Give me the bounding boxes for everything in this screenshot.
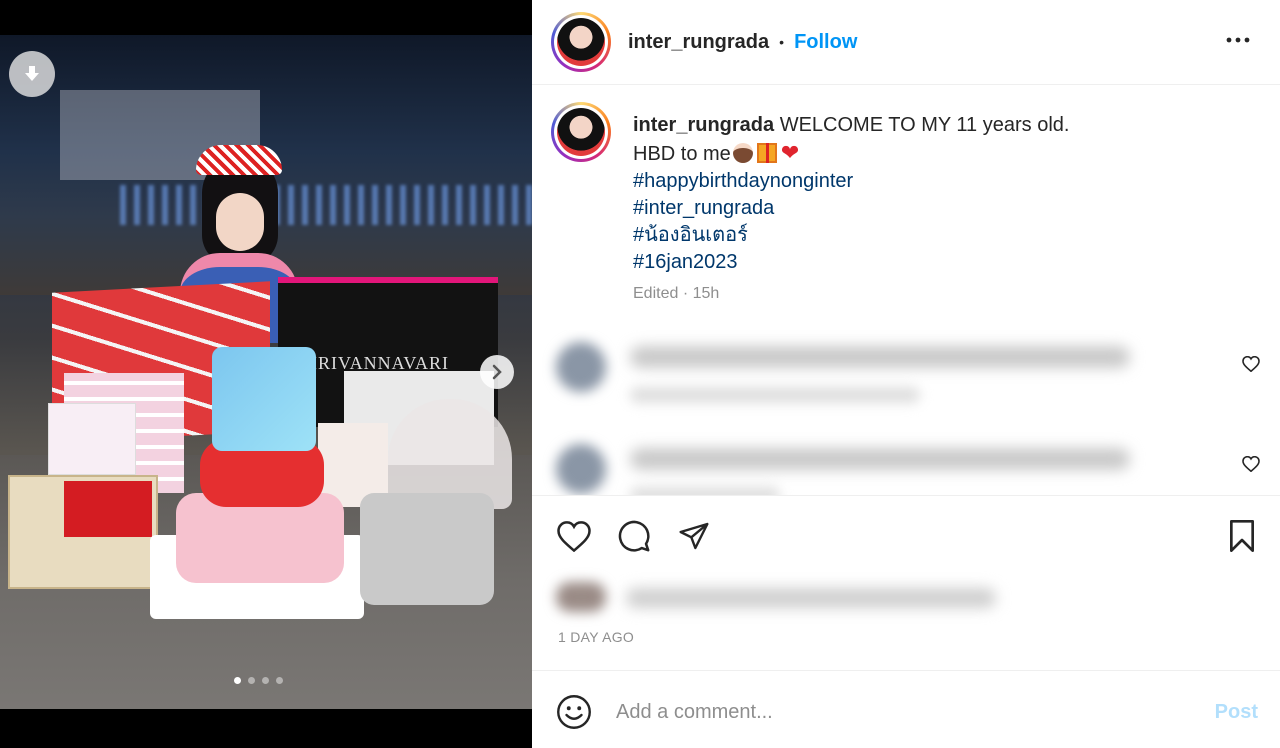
download-arrow-icon xyxy=(25,66,39,81)
header-separator: • xyxy=(779,34,785,50)
comment-input[interactable] xyxy=(616,695,1176,729)
carousel-dot xyxy=(248,677,255,684)
hashtag-link[interactable]: #น้องอินเตอร์ xyxy=(633,222,1243,249)
comment-text-blurred xyxy=(630,346,1130,368)
caption-body: inter_rungrada WELCOME TO MY 11 years ol… xyxy=(633,112,1243,276)
comments-list xyxy=(532,330,1280,495)
comment-item xyxy=(532,432,1280,495)
hashtag-link[interactable]: #happybirthdaynonginter xyxy=(633,168,1243,195)
bookmark-icon xyxy=(1230,520,1254,552)
post-side-panel: inter_rungrada • Follow inter_rungrada W… xyxy=(532,0,1280,748)
post-timestamp[interactable]: 1 DAY AGO xyxy=(558,629,634,645)
red-heart-emoji-icon: ❤ xyxy=(780,140,800,165)
comment-button[interactable] xyxy=(616,518,652,554)
header-avatar[interactable] xyxy=(551,12,611,72)
comment-meta-blurred xyxy=(630,387,920,403)
liked-by-blurred[interactable] xyxy=(556,582,996,612)
photo-second-cake xyxy=(360,493,494,605)
hashtag-link[interactable]: #inter_rungrada xyxy=(633,195,1243,222)
gift-emoji-icon xyxy=(756,143,777,163)
photo-cake-topper xyxy=(212,347,316,451)
liked-by-avatars xyxy=(556,582,606,612)
liked-by-text xyxy=(626,588,996,608)
header-username[interactable]: inter_rungrada xyxy=(628,31,769,54)
caption-text: WELCOME TO MY 11 years old. xyxy=(779,114,1070,136)
heart-outline-icon xyxy=(1242,456,1260,472)
comment-like-button[interactable] xyxy=(1240,453,1262,475)
cake-emoji-icon xyxy=(732,143,753,163)
caption-text-2: HBD to me xyxy=(633,143,731,165)
post-header: inter_rungrada • Follow xyxy=(532,0,1280,85)
caption-first-line: inter_rungrada WELCOME TO MY 11 years ol… xyxy=(633,112,1243,139)
paper-plane-icon xyxy=(679,522,709,550)
caption-username[interactable]: inter_rungrada xyxy=(633,114,774,136)
caption-meta: Edited · 15h xyxy=(633,285,720,302)
carousel-indicator xyxy=(234,677,283,684)
comment-item xyxy=(532,330,1280,430)
carousel-dot xyxy=(262,677,269,684)
comment-avatar[interactable] xyxy=(556,444,606,494)
photo-city-lights xyxy=(120,185,532,225)
smiley-icon xyxy=(557,695,591,729)
post-photo[interactable]: SIRIVANNAVARI xyxy=(0,35,532,709)
post-media: SIRIVANNAVARI xyxy=(0,0,532,748)
photo-girl-bandana xyxy=(196,145,282,175)
heart-outline-icon xyxy=(1242,356,1260,372)
avatar-image xyxy=(557,18,605,66)
download-button[interactable] xyxy=(9,51,55,97)
comment-text-blurred xyxy=(630,448,1130,470)
add-comment-section: Post xyxy=(532,670,1280,748)
like-button[interactable] xyxy=(556,518,592,554)
save-button[interactable] xyxy=(1224,518,1260,554)
carousel-dot xyxy=(276,677,283,684)
comment-bubble-icon xyxy=(618,520,650,552)
more-options-button[interactable] xyxy=(1224,26,1252,54)
hashtag-link[interactable]: #16jan2023 xyxy=(633,249,1243,276)
share-button[interactable] xyxy=(676,518,712,554)
comment-avatar[interactable] xyxy=(556,342,606,392)
emoji-picker-button[interactable] xyxy=(556,694,592,730)
post-caption: inter_rungrada WELCOME TO MY 11 years ol… xyxy=(532,85,1280,330)
comment-like-button[interactable] xyxy=(1240,353,1262,375)
photo-girl-face xyxy=(216,193,264,251)
caption-avatar[interactable] xyxy=(551,102,611,162)
photo-red-envelope xyxy=(64,481,152,537)
post-actions: 1 DAY AGO xyxy=(532,495,1280,670)
caption-second-line: HBD to me ❤ xyxy=(633,139,1243,168)
post-comment-button[interactable]: Post xyxy=(1215,701,1258,724)
photo-birthday-card xyxy=(48,403,136,475)
chevron-right-icon xyxy=(492,364,502,380)
more-horizontal-icon xyxy=(1226,37,1250,43)
comment-meta-blurred xyxy=(630,487,780,495)
carousel-dot xyxy=(234,677,241,684)
heart-outline-icon xyxy=(557,520,591,552)
avatar-image xyxy=(557,108,605,156)
follow-button[interactable]: Follow xyxy=(794,31,857,54)
next-slide-button[interactable] xyxy=(480,355,514,389)
